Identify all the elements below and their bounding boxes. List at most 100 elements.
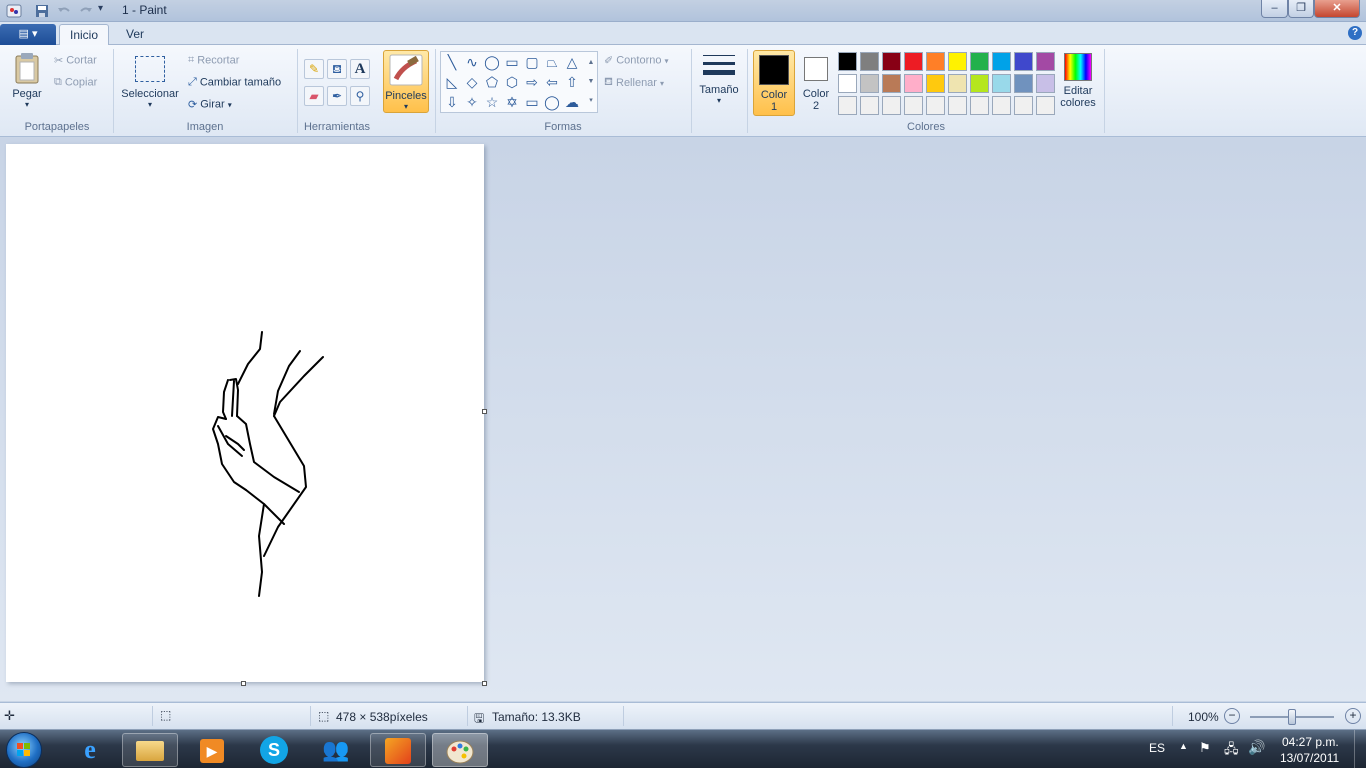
text-tool[interactable]: A	[350, 59, 370, 79]
palette-swatch[interactable]	[1014, 96, 1033, 115]
skype-icon[interactable]: S	[246, 733, 302, 767]
palette-swatch[interactable]	[904, 52, 923, 71]
palette-swatch[interactable]	[838, 96, 857, 115]
customize-qat-icon[interactable]: ▾	[98, 3, 114, 19]
palette-swatch[interactable]	[860, 96, 879, 115]
rectangle-shape-icon[interactable]: ▭	[503, 53, 521, 71]
rounded-rectangle-shape-icon[interactable]: ▢	[523, 53, 541, 71]
edit-colors-button[interactable]: Editar colores	[1058, 51, 1098, 117]
messenger-icon[interactable]: 👥	[308, 733, 364, 767]
palette-swatch[interactable]	[948, 74, 967, 93]
help-icon[interactable]: ?	[1348, 26, 1362, 40]
paste-button[interactable]: Pegar ▾	[6, 51, 48, 113]
palette-swatch[interactable]	[992, 96, 1011, 115]
palette-swatch[interactable]	[904, 96, 923, 115]
diamond-shape-icon[interactable]: ◇	[463, 73, 481, 91]
language-indicator[interactable]: ES	[1149, 741, 1165, 755]
oval-callout-shape-icon[interactable]: ◯	[543, 93, 561, 111]
resize-button[interactable]: ⤢ Cambiar tamaño	[188, 76, 281, 89]
zoom-in-button[interactable]: +	[1345, 708, 1361, 724]
color1-button[interactable]: Color 1	[753, 50, 795, 116]
resize-handle-corner[interactable]	[482, 681, 487, 686]
start-button[interactable]	[6, 732, 42, 768]
clock-date[interactable]: 13/07/2011	[1280, 751, 1339, 765]
rotate-button[interactable]: ⟳ Girar ▾	[188, 98, 232, 111]
minimize-button[interactable]: –	[1261, 0, 1288, 18]
right-arrow-shape-icon[interactable]: ⇨	[523, 73, 541, 91]
palette-swatch[interactable]	[904, 74, 923, 93]
clock-time[interactable]: 04:27 p.m.	[1282, 735, 1339, 749]
tab-ver[interactable]: Ver	[116, 24, 154, 46]
network-icon[interactable]: 🖧	[1224, 740, 1239, 762]
palette-swatch[interactable]	[926, 96, 945, 115]
internet-explorer-icon[interactable]: e	[62, 733, 118, 767]
color2-button[interactable]: Color 2	[797, 50, 835, 116]
palette-swatch[interactable]	[992, 74, 1011, 93]
paint-taskbar-icon[interactable]	[432, 733, 488, 767]
six-point-star-shape-icon[interactable]: ✡	[503, 93, 521, 111]
palette-swatch[interactable]	[1036, 52, 1055, 71]
palette-swatch[interactable]	[1014, 74, 1033, 93]
rounded-callout-shape-icon[interactable]: ▭	[523, 93, 541, 111]
cut-button[interactable]: ✂ Cortar	[54, 54, 97, 67]
save-icon[interactable]	[34, 3, 50, 19]
palette-swatch[interactable]	[970, 52, 989, 71]
palette-swatch[interactable]	[948, 96, 967, 115]
palette-swatch[interactable]	[970, 96, 989, 115]
show-hidden-icons-icon[interactable]: ▲	[1179, 741, 1188, 751]
right-triangle-shape-icon[interactable]: ◺	[443, 73, 461, 91]
action-center-flag-icon[interactable]: ⚑	[1199, 740, 1211, 756]
maximize-button[interactable]: ❐	[1288, 0, 1314, 18]
close-button[interactable]: ✕	[1314, 0, 1360, 18]
down-arrow-shape-icon[interactable]: ⇩	[443, 93, 461, 111]
size-button[interactable]: Tamaño ▾	[696, 51, 742, 113]
copy-button[interactable]: ⧉ Copiar	[54, 76, 97, 89]
four-point-star-shape-icon[interactable]: ✧	[463, 93, 481, 111]
crop-button[interactable]: ⌗ Recortar	[188, 54, 239, 67]
volume-icon[interactable]: 🔊	[1248, 739, 1265, 756]
up-arrow-shape-icon[interactable]: ⇧	[563, 73, 581, 91]
brushes-button[interactable]: Pinceles ▾	[383, 50, 429, 113]
palette-swatch[interactable]	[1014, 52, 1033, 71]
palette-swatch[interactable]	[838, 74, 857, 93]
palette-swatch[interactable]	[926, 74, 945, 93]
media-player-icon[interactable]: ▶	[184, 733, 240, 767]
palette-swatch[interactable]	[860, 74, 879, 93]
shapes-scroll[interactable]: ▲ ▼ ▾	[586, 53, 596, 111]
select-button[interactable]: Seleccionar ▾	[118, 51, 182, 115]
fill-button[interactable]: ⛾ Rellenar ▾	[604, 76, 664, 90]
tab-inicio[interactable]: Inicio	[59, 24, 110, 46]
palette-swatch[interactable]	[992, 52, 1011, 71]
outline-button[interactable]: ✐ Contorno ▾	[604, 54, 669, 67]
palette-swatch[interactable]	[1036, 96, 1055, 115]
five-point-star-shape-icon[interactable]: ☆	[483, 93, 501, 111]
zoom-slider-thumb[interactable]	[1288, 709, 1296, 725]
triangle-shape-icon[interactable]: △	[563, 53, 581, 71]
pencil-tool[interactable]: ✎	[304, 59, 324, 79]
cloud-callout-shape-icon[interactable]: ☁	[563, 93, 581, 111]
palette-swatch[interactable]	[948, 52, 967, 71]
left-arrow-shape-icon[interactable]: ⇦	[543, 73, 561, 91]
curve-shape-icon[interactable]: ∿	[463, 53, 481, 71]
polygon-shape-icon[interactable]: ⏢	[543, 53, 561, 71]
palette-swatch[interactable]	[882, 52, 901, 71]
undo-icon[interactable]	[56, 3, 72, 19]
paint-menu-button[interactable]: ▤ ▾	[0, 24, 56, 45]
line-shape-icon[interactable]: ╲	[443, 53, 461, 71]
show-desktop-button[interactable]	[1354, 730, 1366, 768]
palette-swatch[interactable]	[838, 52, 857, 71]
paint-app-icon[interactable]	[6, 3, 22, 19]
resize-handle-bottom[interactable]	[241, 681, 246, 686]
office-icon[interactable]	[370, 733, 426, 767]
palette-swatch[interactable]	[882, 74, 901, 93]
fill-tool[interactable]: ⛾	[327, 59, 347, 79]
zoom-out-button[interactable]: −	[1224, 708, 1240, 724]
palette-swatch[interactable]	[882, 96, 901, 115]
color-picker-tool[interactable]: ✒	[327, 86, 347, 106]
eraser-tool[interactable]: ▰	[304, 86, 324, 106]
file-explorer-icon[interactable]	[122, 733, 178, 767]
oval-shape-icon[interactable]: ◯	[483, 53, 501, 71]
palette-swatch[interactable]	[970, 74, 989, 93]
palette-swatch[interactable]	[860, 52, 879, 71]
redo-icon[interactable]	[78, 3, 94, 19]
